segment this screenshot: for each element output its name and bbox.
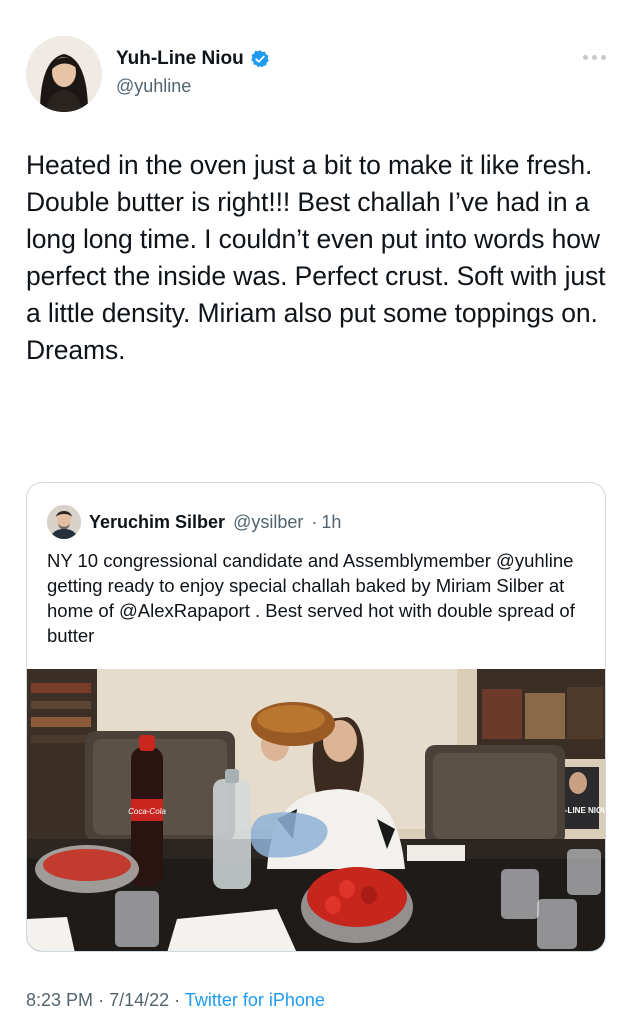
quoted-tweet-photo[interactable]: YUH-LINE NIOU Coca-Cola <box>27 669 605 951</box>
verified-badge-icon <box>250 49 270 69</box>
more-dot <box>600 54 606 60</box>
author-avatar[interactable] <box>26 36 102 112</box>
tweet-header: Yuh-Line Niou @yuhline <box>26 36 614 116</box>
quoted-author-handle[interactable]: @ysilber <box>233 512 303 533</box>
footer-separator: · <box>98 990 105 1010</box>
quoted-tweet-time[interactable]: 1h <box>321 512 341 533</box>
tweet-text: Heated in the oven just a bit to make it… <box>26 150 606 365</box>
meta-separator: · <box>311 511 318 532</box>
author-name[interactable]: Yuh-Line Niou <box>116 48 244 70</box>
quoted-tweet-card[interactable]: Yeruchim Silber @ysilber · 1h NY 10 cong… <box>26 482 606 952</box>
more-dot <box>591 54 597 60</box>
author-handle[interactable]: @yuhline <box>116 76 270 97</box>
tweet-time[interactable]: 8:23 PM <box>26 990 93 1010</box>
quoted-author-avatar[interactable] <box>47 505 81 539</box>
author-block: Yuh-Line Niou @yuhline <box>116 48 270 97</box>
tweet-source-link[interactable]: Twitter for iPhone <box>185 990 325 1010</box>
more-options-icon[interactable] <box>580 50 608 64</box>
tweet-timestamp: 8:23 PM · 7/14/22 · Twitter for iPhone <box>26 990 325 1011</box>
quoted-tweet-text: NY 10 congressional candidate and Assemb… <box>47 550 575 646</box>
quoted-author-name[interactable]: Yeruchim Silber <box>89 512 225 533</box>
author-name-row: Yuh-Line Niou <box>116 48 270 70</box>
quoted-tweet-header: Yeruchim Silber @ysilber · 1h <box>47 505 341 539</box>
footer-separator: · <box>174 990 181 1010</box>
more-dot <box>582 54 588 60</box>
bottle-label: Coca-Cola <box>128 807 166 816</box>
tweet-date[interactable]: 7/14/22 <box>109 990 169 1010</box>
